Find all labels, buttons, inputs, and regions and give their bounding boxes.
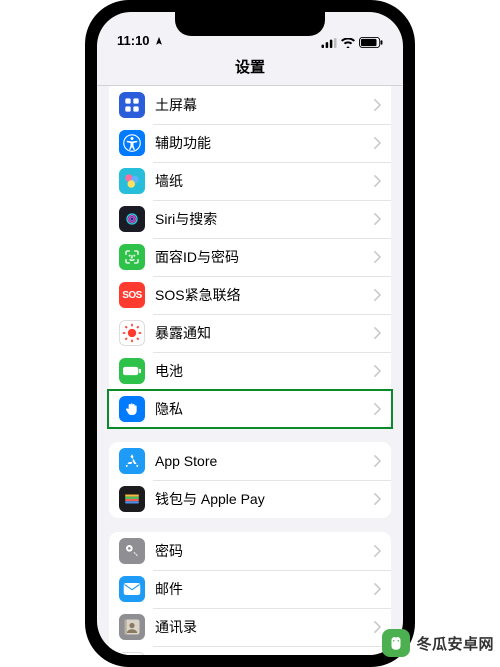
settings-row-exposure[interactable]: 暴露通知 <box>109 314 391 352</box>
chevron-right-icon <box>374 137 381 149</box>
wifi-icon <box>341 38 355 48</box>
faceid-icon <box>119 244 145 270</box>
wallpaper-icon <box>119 168 145 194</box>
row-label: 面容ID与密码 <box>155 247 374 267</box>
chevron-right-icon <box>374 493 381 505</box>
row-label: SOS紧急联络 <box>155 285 374 305</box>
row-label: 墙纸 <box>155 171 374 191</box>
chevron-right-icon <box>374 583 381 595</box>
settings-group: 密码邮件通讯录17日历备忘录 <box>109 532 391 655</box>
chevron-right-icon <box>374 99 381 111</box>
settings-row-siri[interactable]: Siri与搜索 <box>109 200 391 238</box>
chevron-right-icon <box>374 175 381 187</box>
settings-group: 土屏幕辅助功能墙纸 Siri与搜索面容ID与密码 SOS SOS紧急联络暴露通知电池隐… <box>109 86 391 428</box>
settings-row-contacts[interactable]: 通讯录 <box>109 608 391 646</box>
settings-row-accessibility[interactable]: 辅助功能 <box>109 124 391 162</box>
settings-row-privacy[interactable]: 隐私 <box>109 390 391 428</box>
battery-icon <box>119 358 145 384</box>
chevron-right-icon <box>374 213 381 225</box>
settings-list[interactable]: 土屏幕辅助功能墙纸 Siri与搜索面容ID与密码 SOS SOS紧急联络暴露通知电池隐… <box>97 86 403 655</box>
battery-icon <box>359 37 383 48</box>
row-label: 电池 <box>155 361 374 381</box>
notch <box>175 12 325 36</box>
accessibility-icon <box>119 130 145 156</box>
location-icon <box>154 36 164 46</box>
appstore-icon <box>119 448 145 474</box>
settings-row-home-screen[interactable]: 土屏幕 <box>109 86 391 124</box>
row-label: 暴露通知 <box>155 323 374 343</box>
chevron-right-icon <box>374 251 381 263</box>
phone-frame: 11:10 设置 土屏幕辅助功能墙纸 Siri与搜索面容ID与密码 SOS SOS紧急… <box>85 0 415 667</box>
settings-row-wallpaper[interactable]: 墙纸 <box>109 162 391 200</box>
sos-icon: SOS <box>119 282 145 308</box>
chevron-right-icon <box>374 327 381 339</box>
settings-row-mail[interactable]: 邮件 <box>109 570 391 608</box>
chevron-right-icon <box>374 621 381 633</box>
chevron-right-icon <box>374 455 381 467</box>
page-title: 设置 <box>235 59 265 76</box>
row-label: App Store <box>155 453 374 469</box>
chevron-right-icon <box>374 403 381 415</box>
row-label: 邮件 <box>155 579 374 599</box>
row-label: 钱包与 Apple Pay <box>155 489 374 509</box>
settings-row-wallet[interactable]: 钱包与 Apple Pay <box>109 480 391 518</box>
home-screen-icon <box>119 92 145 118</box>
screen: 11:10 设置 土屏幕辅助功能墙纸 Siri与搜索面容ID与密码 SOS SOS紧急… <box>97 12 403 655</box>
row-label: Siri与搜索 <box>155 209 374 229</box>
settings-row-sos[interactable]: SOS SOS紧急联络 <box>109 276 391 314</box>
mail-icon <box>119 576 145 602</box>
row-label: 辅助功能 <box>155 133 374 153</box>
row-label: 隐私 <box>155 399 374 419</box>
privacy-icon <box>119 396 145 422</box>
settings-row-calendar[interactable]: 17日历 <box>109 646 391 655</box>
settings-row-appstore[interactable]: App Store <box>109 442 391 480</box>
passwords-icon <box>119 538 145 564</box>
watermark: 冬瓜安卓网 <box>382 629 494 657</box>
row-label: 密码 <box>155 541 374 561</box>
calendar-icon: 17 <box>119 652 145 655</box>
watermark-logo <box>382 629 410 657</box>
settings-group: App Store 钱包与 Apple Pay <box>109 442 391 518</box>
siri-icon <box>119 206 145 232</box>
settings-row-battery[interactable]: 电池 <box>109 352 391 390</box>
navbar: 设置 <box>97 50 403 86</box>
watermark-text: 冬瓜安卓网 <box>416 633 494 654</box>
chevron-right-icon <box>374 545 381 557</box>
contacts-icon <box>119 614 145 640</box>
chevron-right-icon <box>374 289 381 301</box>
row-label: 通讯录 <box>155 617 374 637</box>
exposure-icon <box>119 320 145 346</box>
settings-row-faceid[interactable]: 面容ID与密码 <box>109 238 391 276</box>
status-time: 11:10 <box>117 33 150 48</box>
chevron-right-icon <box>374 365 381 377</box>
signal-icon <box>321 38 337 48</box>
row-label: 土屏幕 <box>155 95 374 115</box>
wallet-icon <box>119 486 145 512</box>
settings-row-passwords[interactable]: 密码 <box>109 532 391 570</box>
